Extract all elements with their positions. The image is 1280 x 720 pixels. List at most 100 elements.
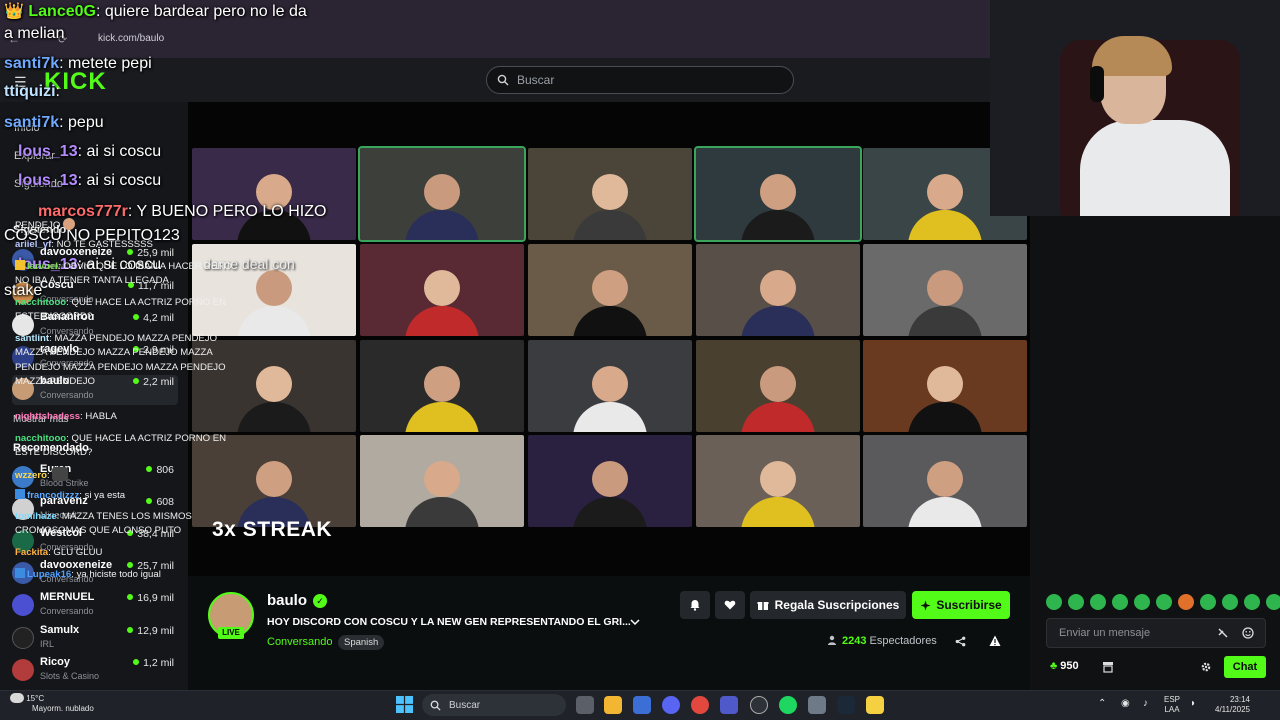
store-icon[interactable] [1102,661,1114,673]
weather-desc: Mayorm. nublado [32,704,94,713]
app-icon[interactable] [866,696,884,714]
participant-body [573,306,647,336]
tray-chevron-icon[interactable]: ⌃ [1098,699,1106,709]
mic-icon[interactable]: ♪ [1143,699,1148,709]
participant-video-tile [528,244,692,336]
emote-icon[interactable] [1046,594,1062,610]
windows-start-icon[interactable] [396,696,413,713]
weather-widget[interactable]: 15°C Mayorm. nublado [10,693,94,714]
channel-category: Conversando [40,606,94,616]
report-icon[interactable] [989,635,1001,647]
participant-body [741,210,815,240]
stream-title: HOY DISCORD CON COSCU Y LA NEW GEN REPRE… [267,616,631,628]
language-tag[interactable]: Spanish [338,635,385,650]
discord-icon[interactable] [662,696,680,714]
emote-icon[interactable] [1244,594,1260,610]
avatar [12,659,34,681]
chevron-down-icon[interactable] [630,618,640,626]
chat-message: nighttshadess: HABLA [15,411,117,422]
taskbar-search-label: Buscar [449,699,481,711]
participant-video-tile [528,435,692,527]
obs-icon[interactable] [750,696,768,714]
participant-head [592,173,628,210]
emote-icon[interactable] [1068,594,1084,610]
participant-body [405,402,479,432]
search-icon [430,700,441,711]
stream-category[interactable]: Conversando [267,636,332,648]
participant-video-tile [360,435,524,527]
chat-message: nacchitooo: QUE HACE LA ACTRIZ PORNO EN … [15,433,227,459]
taskbar-search[interactable]: Buscar [422,694,566,716]
heart-icon [724,600,736,610]
participant-video-tile [360,244,524,336]
recommended-channel[interactable]: Samulx IRL 12,9 mil [12,624,178,654]
headset-icon [1090,66,1104,102]
emote-icon[interactable] [1222,594,1238,610]
participant-video-tile [696,340,860,432]
spotify-icon[interactable] [779,696,797,714]
participant-video-tile [863,435,1027,527]
clock[interactable]: 23:14 4/11/2025 [1215,695,1250,715]
participant-head [592,460,628,497]
channel-points[interactable]: ♣ 950 [1050,660,1079,672]
participant-head [760,269,796,306]
task-view-icon[interactable] [576,696,594,714]
gift-icon [757,602,769,610]
emote-icon[interactable] [1200,594,1216,610]
share-icon[interactable] [955,636,966,647]
address-bar[interactable]: kick.com/baulo [98,33,164,44]
subscribe-button[interactable]: Suscribirse [912,591,1010,619]
points-icon: ♣ [1050,660,1058,672]
clock-time: 23:14 [1229,695,1250,704]
participant-video-tile [694,146,862,242]
command-icon[interactable] [1217,627,1229,639]
emote-icon[interactable] [1134,594,1150,610]
participant-body [405,210,479,240]
teams-icon[interactable] [720,696,738,714]
viewer-count: 1,2 mil [133,657,174,669]
language-indicator[interactable]: ESP LAA [1164,695,1180,715]
file-explorer-icon[interactable] [604,696,622,714]
overlay-chat-line: lous_13: ai si coscu [18,172,162,189]
store-app-icon[interactable] [633,696,651,714]
recommended-channel[interactable]: MERNUEL Conversando 16,9 mil [12,591,178,621]
chat-message: Fackita: GLU GLUU [15,547,103,558]
notifications-button[interactable] [680,591,710,619]
gift-subs-button[interactable]: Regala Suscripciones [750,591,906,619]
participant-head [256,269,292,306]
emote-icon[interactable] [1112,594,1128,610]
participant-body [908,497,982,527]
chat-message-input[interactable]: Enviar un mensaje [1046,618,1266,648]
chrome-icon[interactable] [691,696,709,714]
participant-body [741,402,815,432]
network-icon[interactable]: ◉ [1121,699,1130,709]
channel-category: Conversando [40,390,94,400]
viewer-counter: 2243 Espectadores [828,635,937,647]
emoji-icon[interactable] [1242,627,1254,639]
recommended-channel[interactable]: Ricoy Slots & Casino 1,2 mil [12,656,178,686]
avatar [12,627,34,649]
emote-icon[interactable] [1090,594,1106,610]
participant-head [927,269,963,306]
channel-name: MERNUEL [40,591,95,603]
overlay-chat-line: ttiquizi: [4,83,60,100]
channel-name: Samulx [40,624,80,636]
send-chat-button[interactable]: Chat [1224,656,1266,678]
gear-icon[interactable] [1200,661,1212,673]
follow-button[interactable] [715,591,745,619]
channel-name-title[interactable]: baulo [267,592,307,609]
participant-body [741,306,815,336]
participant-head [424,173,460,210]
participant-video-tile [528,340,692,432]
steam-icon[interactable] [837,696,855,714]
points-value: 950 [1060,660,1079,672]
speaker-icon[interactable]: ◗ [1190,699,1196,709]
search-input[interactable]: Buscar [486,66,794,94]
emote-icon[interactable] [1266,594,1280,610]
emote-icon[interactable] [1156,594,1172,610]
participant-body [908,402,982,432]
settings-app-icon[interactable] [808,696,826,714]
chat-message: nacchitooo: QUE HACE LA ACTRIZ PORNO EN … [15,297,227,323]
participant-body [573,402,647,432]
emote-icon[interactable] [1178,594,1194,610]
